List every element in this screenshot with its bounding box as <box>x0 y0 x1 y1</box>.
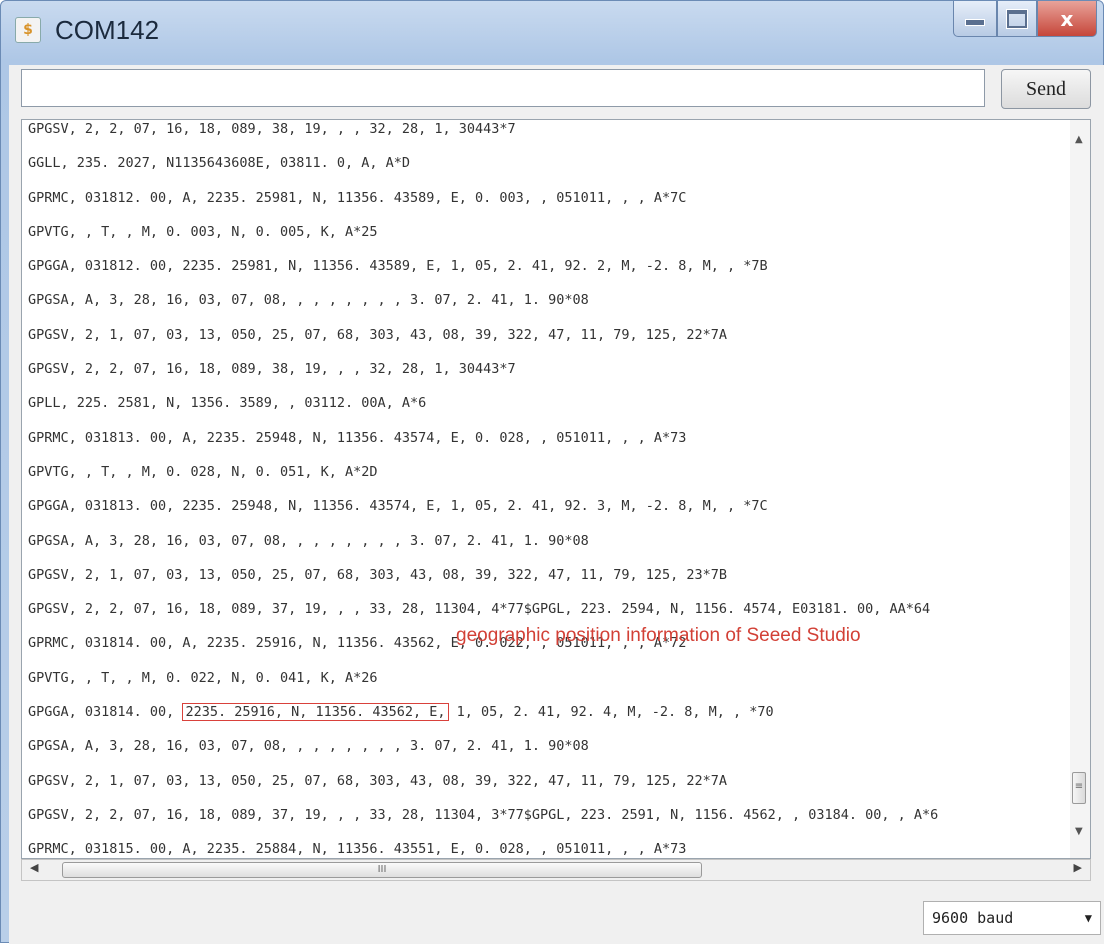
vertical-scroll-thumb[interactable]: ≡ <box>1072 772 1086 804</box>
title-bar[interactable]: $ COM142 x <box>1 1 1103 65</box>
output-line: GPRMC, 031815. 00, A, 2235. 25884, N, 11… <box>28 841 687 858</box>
output-line: GGLL, 235. 2027, N1135643608E, 03811. 0,… <box>28 155 411 172</box>
output-line: GPGGA, 031812. 00, 2235. 25981, N, 11356… <box>28 258 768 275</box>
horizontal-scroll-thumb[interactable]: III <box>62 862 702 878</box>
maximize-icon <box>1007 9 1027 28</box>
output-line: GPGSV, 2, 1, 07, 03, 13, 050, 25, 07, 68… <box>28 326 727 343</box>
minimize-button[interactable] <box>953 1 997 37</box>
scroll-left-icon[interactable]: ◀ <box>30 861 38 874</box>
close-button[interactable]: x <box>1037 1 1097 37</box>
baud-rate-select[interactable]: 9600 baud ▼ <box>923 901 1101 935</box>
output-line: GPGSV, 2, 1, 07, 03, 13, 050, 25, 07, 68… <box>28 566 727 583</box>
scroll-up-icon[interactable]: ▲ <box>1075 134 1083 145</box>
baud-rate-value: 9600 baud <box>932 909 1014 927</box>
serial-port-icon: $ <box>15 17 41 43</box>
output-line: GPGSA, A, 3, 28, 16, 03, 07, 08, , , , ,… <box>28 532 589 549</box>
annotation-label: geographic position information of Seeed… <box>456 625 861 646</box>
output-line: GPRMC, 031813. 00, A, 2235. 25948, N, 11… <box>28 429 687 446</box>
output-line: GPGSV, 2, 2, 07, 16, 18, 089, 37, 19, , … <box>28 601 931 618</box>
output-line: GPGSV, 2, 2, 07, 16, 18, 089, 38, 19, , … <box>28 121 516 137</box>
vertical-scrollbar[interactable]: ▲ ≡ ▼ <box>1070 120 1090 858</box>
output-line: GPVTG, , T, , M, 0. 022, N, 0. 041, K, A… <box>28 669 378 686</box>
minimize-icon <box>965 19 985 26</box>
send-input[interactable] <box>21 69 985 107</box>
output-line: GPGSA, A, 3, 28, 16, 03, 07, 08, , , , ,… <box>28 292 589 309</box>
window-controls: x <box>953 1 1097 41</box>
output-line: GPLL, 225. 2581, N, 1356. 3589, , 03112.… <box>28 395 427 412</box>
output-line: GPGGA, 031813. 00, 2235. 25948, N, 11356… <box>28 498 768 515</box>
output-line: GPVTG, , T, , M, 0. 028, N, 0. 051, K, A… <box>28 463 378 480</box>
output-line: GPRMC, 031812. 00, A, 2235. 25981, N, 11… <box>28 189 687 206</box>
close-icon: x <box>1060 6 1074 31</box>
output-lines: GPGSV, 2, 2, 07, 16, 18, 089, 38, 19, , … <box>28 120 1068 858</box>
output-line: GPGSV, 2, 1, 07, 03, 13, 050, 25, 07, 68… <box>28 772 727 789</box>
horizontal-scrollbar[interactable]: ◀ III ▶ <box>21 859 1091 881</box>
output-line: GPGSV, 2, 2, 07, 16, 18, 089, 38, 19, , … <box>28 361 516 378</box>
scroll-down-icon[interactable]: ▼ <box>1075 826 1083 837</box>
send-button[interactable]: Send <box>1001 69 1091 109</box>
output-line: GPGSV, 2, 2, 07, 16, 18, 089, 37, 19, , … <box>28 806 939 823</box>
highlighted-coordinates: 2235. 25916, N, 11356. 43562, E, <box>182 703 449 722</box>
highlight-before: GPGGA, 031814. 00, <box>28 704 183 721</box>
chevron-down-icon[interactable]: ▼ <box>1085 902 1092 934</box>
maximize-button[interactable] <box>997 1 1037 37</box>
output-line-highlighted: GPGGA, 031814. 00, 2235. 25916, N, 11356… <box>28 695 1068 729</box>
output-line: GPVTG, , T, , M, 0. 003, N, 0. 005, K, A… <box>28 223 378 240</box>
serial-monitor-window: $ COM142 x Send GPGSV, 2, 2, 07, 16, 18,… <box>0 0 1104 944</box>
output-line: GPGSA, A, 3, 28, 16, 03, 07, 08, , , , ,… <box>28 738 589 755</box>
window-title: COM142 <box>55 15 160 45</box>
scroll-right-icon[interactable]: ▶ <box>1074 861 1082 874</box>
serial-output[interactable]: GPGSV, 2, 2, 07, 16, 18, 089, 38, 19, , … <box>21 119 1091 859</box>
highlight-after: 1, 05, 2. 41, 92. 4, M, -2. 8, M, , *70 <box>448 704 774 721</box>
